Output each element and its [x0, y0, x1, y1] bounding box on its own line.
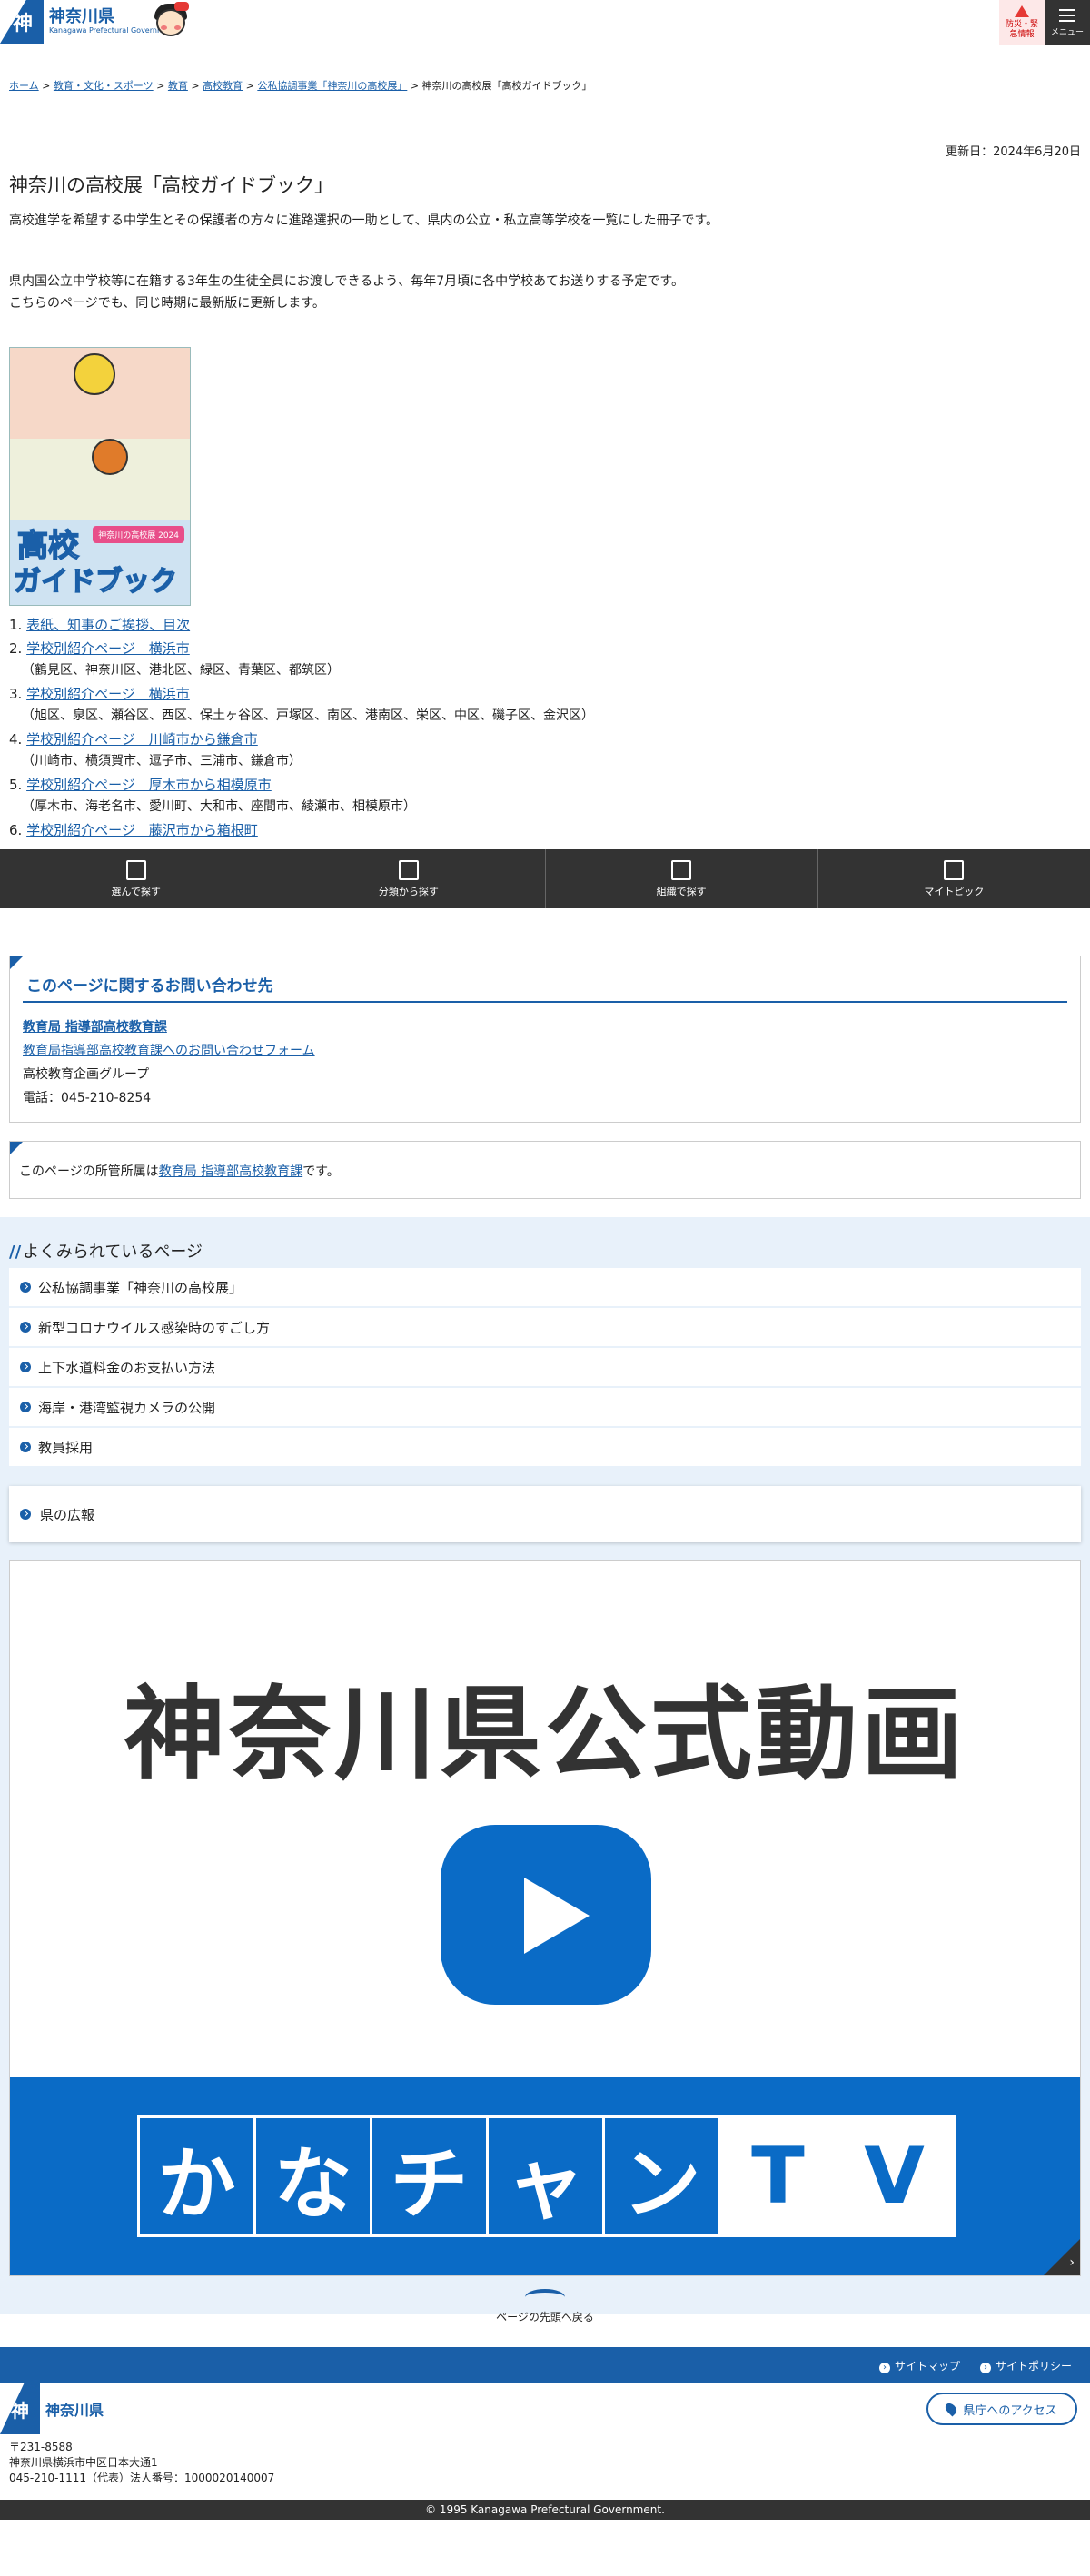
pdf-link-3[interactable]: 学校別紹介ページ 横浜市: [26, 686, 190, 702]
sitemap-link[interactable]: サイトマップ: [879, 2358, 960, 2373]
breadcrumb-current: 神奈川の高校展「高校ガイドブック」: [421, 80, 592, 92]
contact-heading: このページに関するお問い合わせ先: [23, 973, 1067, 1003]
updated-date: 更新日：2024年6月20日: [946, 145, 1081, 159]
list-item: 3. 学校別紹介ページ 横浜市 （旭区、泉区、瀬谷区、西区、保土ヶ谷区、戸塚区、南…: [9, 686, 594, 723]
chevron-circle-icon: [20, 1362, 31, 1372]
popular-section: //よくみられているページ 公私協調事業「神奈川の高校展」 新型コロナウイルス感…: [0, 1217, 1090, 2314]
footer-links-bar: サイトマップ サイトポリシー: [0, 2347, 1090, 2383]
chevron-circle-icon: [20, 1322, 31, 1333]
popular-item[interactable]: 公私協調事業「神奈川の高校展」: [9, 1268, 1081, 1306]
menu-button[interactable]: メニュー: [1045, 0, 1090, 45]
pdf-link-1[interactable]: 表紙、知事のご挨拶、目次: [26, 617, 190, 633]
contact-dept-link[interactable]: 教育局 指導部高校教育課: [23, 1020, 167, 1035]
contact-box: このページに関するお問い合わせ先 教育局 指導部高校教育課 教育局指導部高校教育…: [9, 956, 1081, 1123]
chevron-circle-icon: [20, 1282, 31, 1293]
nav-my-topic[interactable]: マイトピック: [818, 849, 1090, 908]
hamburger-icon: [1059, 8, 1075, 22]
site-header: 神 神奈川県 Kanagawa Prefectural Government 防…: [0, 0, 1090, 45]
pdf-link-2[interactable]: 学校別紹介ページ 横浜市: [26, 640, 190, 657]
notebook-icon: [944, 859, 965, 880]
intro-text: 高校進学を希望する中学生とその保護者の方々に進路選択の一助として、県内の公立・私…: [9, 213, 719, 228]
grid-icon: [125, 859, 146, 880]
prefecture-emblem-icon: 神: [0, 2383, 40, 2434]
list-item: 1. 表紙、知事のご挨拶、目次: [9, 617, 191, 633]
nav-organization-search[interactable]: 組織で探す: [546, 849, 818, 908]
contact-group: 高校教育企画グループ: [23, 1067, 150, 1082]
list-item: 4. 学校別紹介ページ 川崎市から鎌倉市 （川崎市、横須賀市、逗子市、三浦市、鎌倉…: [9, 731, 302, 768]
disaster-info-button[interactable]: 防災・緊 急情報: [999, 0, 1045, 45]
popular-item[interactable]: 上下水道料金のお支払い方法: [9, 1348, 1081, 1386]
breadcrumb-education[interactable]: 教育: [168, 80, 188, 92]
nav-category-search[interactable]: 分類から探す: [272, 849, 546, 908]
breadcrumb: ホーム > 教育・文化・スポーツ > 教育 > 高校教育 > 公私協調事業「神奈…: [9, 80, 592, 92]
site-logo[interactable]: 神 神奈川県 Kanagawa Prefectural Government: [0, 0, 176, 44]
chevron-circle-icon: [20, 1509, 31, 1520]
volleyball-icon: [74, 353, 115, 395]
wave-icon: [525, 2289, 565, 2305]
breadcrumb-high-school[interactable]: 高校教育: [203, 80, 243, 92]
arrow-right-icon: ›: [1069, 2255, 1075, 2270]
org-chart-icon: [671, 859, 692, 880]
footer: 神 神奈川県 県庁へのアクセス 〒231-8588 神奈川県横浜市中区日本大通1…: [0, 2383, 1090, 2498]
guidebook-cover-image: 神奈川の高校展 2024 高校 ガイドブック: [9, 347, 191, 606]
play-icon: [441, 1825, 651, 2005]
owner-box: このページの所管所属は教育局 指導部高校教育課です。: [9, 1141, 1081, 1199]
bottom-nav: 選んで探す 分類から探す 組織で探す マイトピック: [0, 849, 1090, 908]
breadcrumb-home[interactable]: ホーム: [9, 80, 39, 92]
chevron-circle-icon: [20, 1442, 31, 1452]
official-video-banner[interactable]: 神奈川県公式動画 か な チ ャ ン T V ›: [9, 1560, 1081, 2276]
site-policy-link[interactable]: サイトポリシー: [980, 2358, 1072, 2373]
popular-heading: //よくみられているページ: [9, 1243, 203, 1262]
back-to-top-button[interactable]: ページの先頭へ戻る: [0, 2289, 1090, 2324]
copyright: © 1995 Kanagawa Prefectural Government.: [0, 2500, 1090, 2520]
popular-item[interactable]: 新型コロナウイルス感染時のすごし方: [9, 1308, 1081, 1346]
list-item: 2. 学校別紹介ページ 横浜市 （鶴見区、神奈川区、港北区、緑区、青葉区、都筑区）: [9, 640, 340, 678]
pdf-link-4[interactable]: 学校別紹介ページ 川崎市から鎌倉市: [26, 731, 258, 748]
hierarchy-icon: [398, 859, 419, 880]
distribution-text: 県内国公立中学校等に在籍する3年生の生徒全員にお渡しできるよう、毎年7月頃に各中…: [9, 274, 685, 311]
footer-address: 〒231-8588 神奈川県横浜市中区日本大通1 045-210-1111（代表…: [9, 2441, 275, 2484]
access-button[interactable]: 県庁へのアクセス: [926, 2393, 1077, 2425]
basketball-icon: [92, 439, 128, 475]
map-pin-icon: [943, 2401, 959, 2417]
mascot-icon: [151, 2, 191, 42]
list-item: 5. 学校別紹介ページ 厚木市から相模原市 （厚木市、海老名市、愛川町、大和市、座…: [9, 777, 416, 814]
prefecture-emblem-icon: 神: [0, 0, 44, 44]
prefectural-pr-link[interactable]: 県の広報: [9, 1486, 1081, 1542]
nav-choose-search[interactable]: 選んで探す: [0, 849, 273, 908]
contact-form-link[interactable]: 教育局指導部高校教育課へのお問い合わせフォーム: [23, 1044, 315, 1058]
popular-item[interactable]: 海岸・港湾監視カメラの公開: [9, 1388, 1081, 1426]
guidebook-pdf-list: 1. 表紙、知事のご挨拶、目次 2. 学校別紹介ページ 横浜市 （鶴見区、神奈川区…: [9, 614, 594, 843]
breadcrumb-exhibition[interactable]: 公私協調事業「神奈川の高校展」: [257, 80, 407, 92]
breadcrumb-education-culture[interactable]: 教育・文化・スポーツ: [54, 80, 154, 92]
chevron-circle-icon: [20, 1402, 31, 1412]
pdf-link-5[interactable]: 学校別紹介ページ 厚木市から相模原市: [26, 777, 272, 793]
page-title: 神奈川の高校展「高校ガイドブック」: [9, 174, 333, 196]
contact-tel: 電話：045-210-8254: [23, 1091, 152, 1105]
popular-item[interactable]: 教員採用: [9, 1428, 1081, 1466]
pdf-link-6[interactable]: 学校別紹介ページ 藤沢市から箱根町: [26, 822, 258, 838]
owner-dept-link[interactable]: 教育局 指導部高校教育課: [159, 1164, 302, 1179]
footer-logo[interactable]: 神 神奈川県: [0, 2383, 104, 2434]
warning-icon: [1015, 5, 1029, 17]
list-item: 6. 学校別紹介ページ 藤沢市から箱根町: [9, 822, 258, 838]
